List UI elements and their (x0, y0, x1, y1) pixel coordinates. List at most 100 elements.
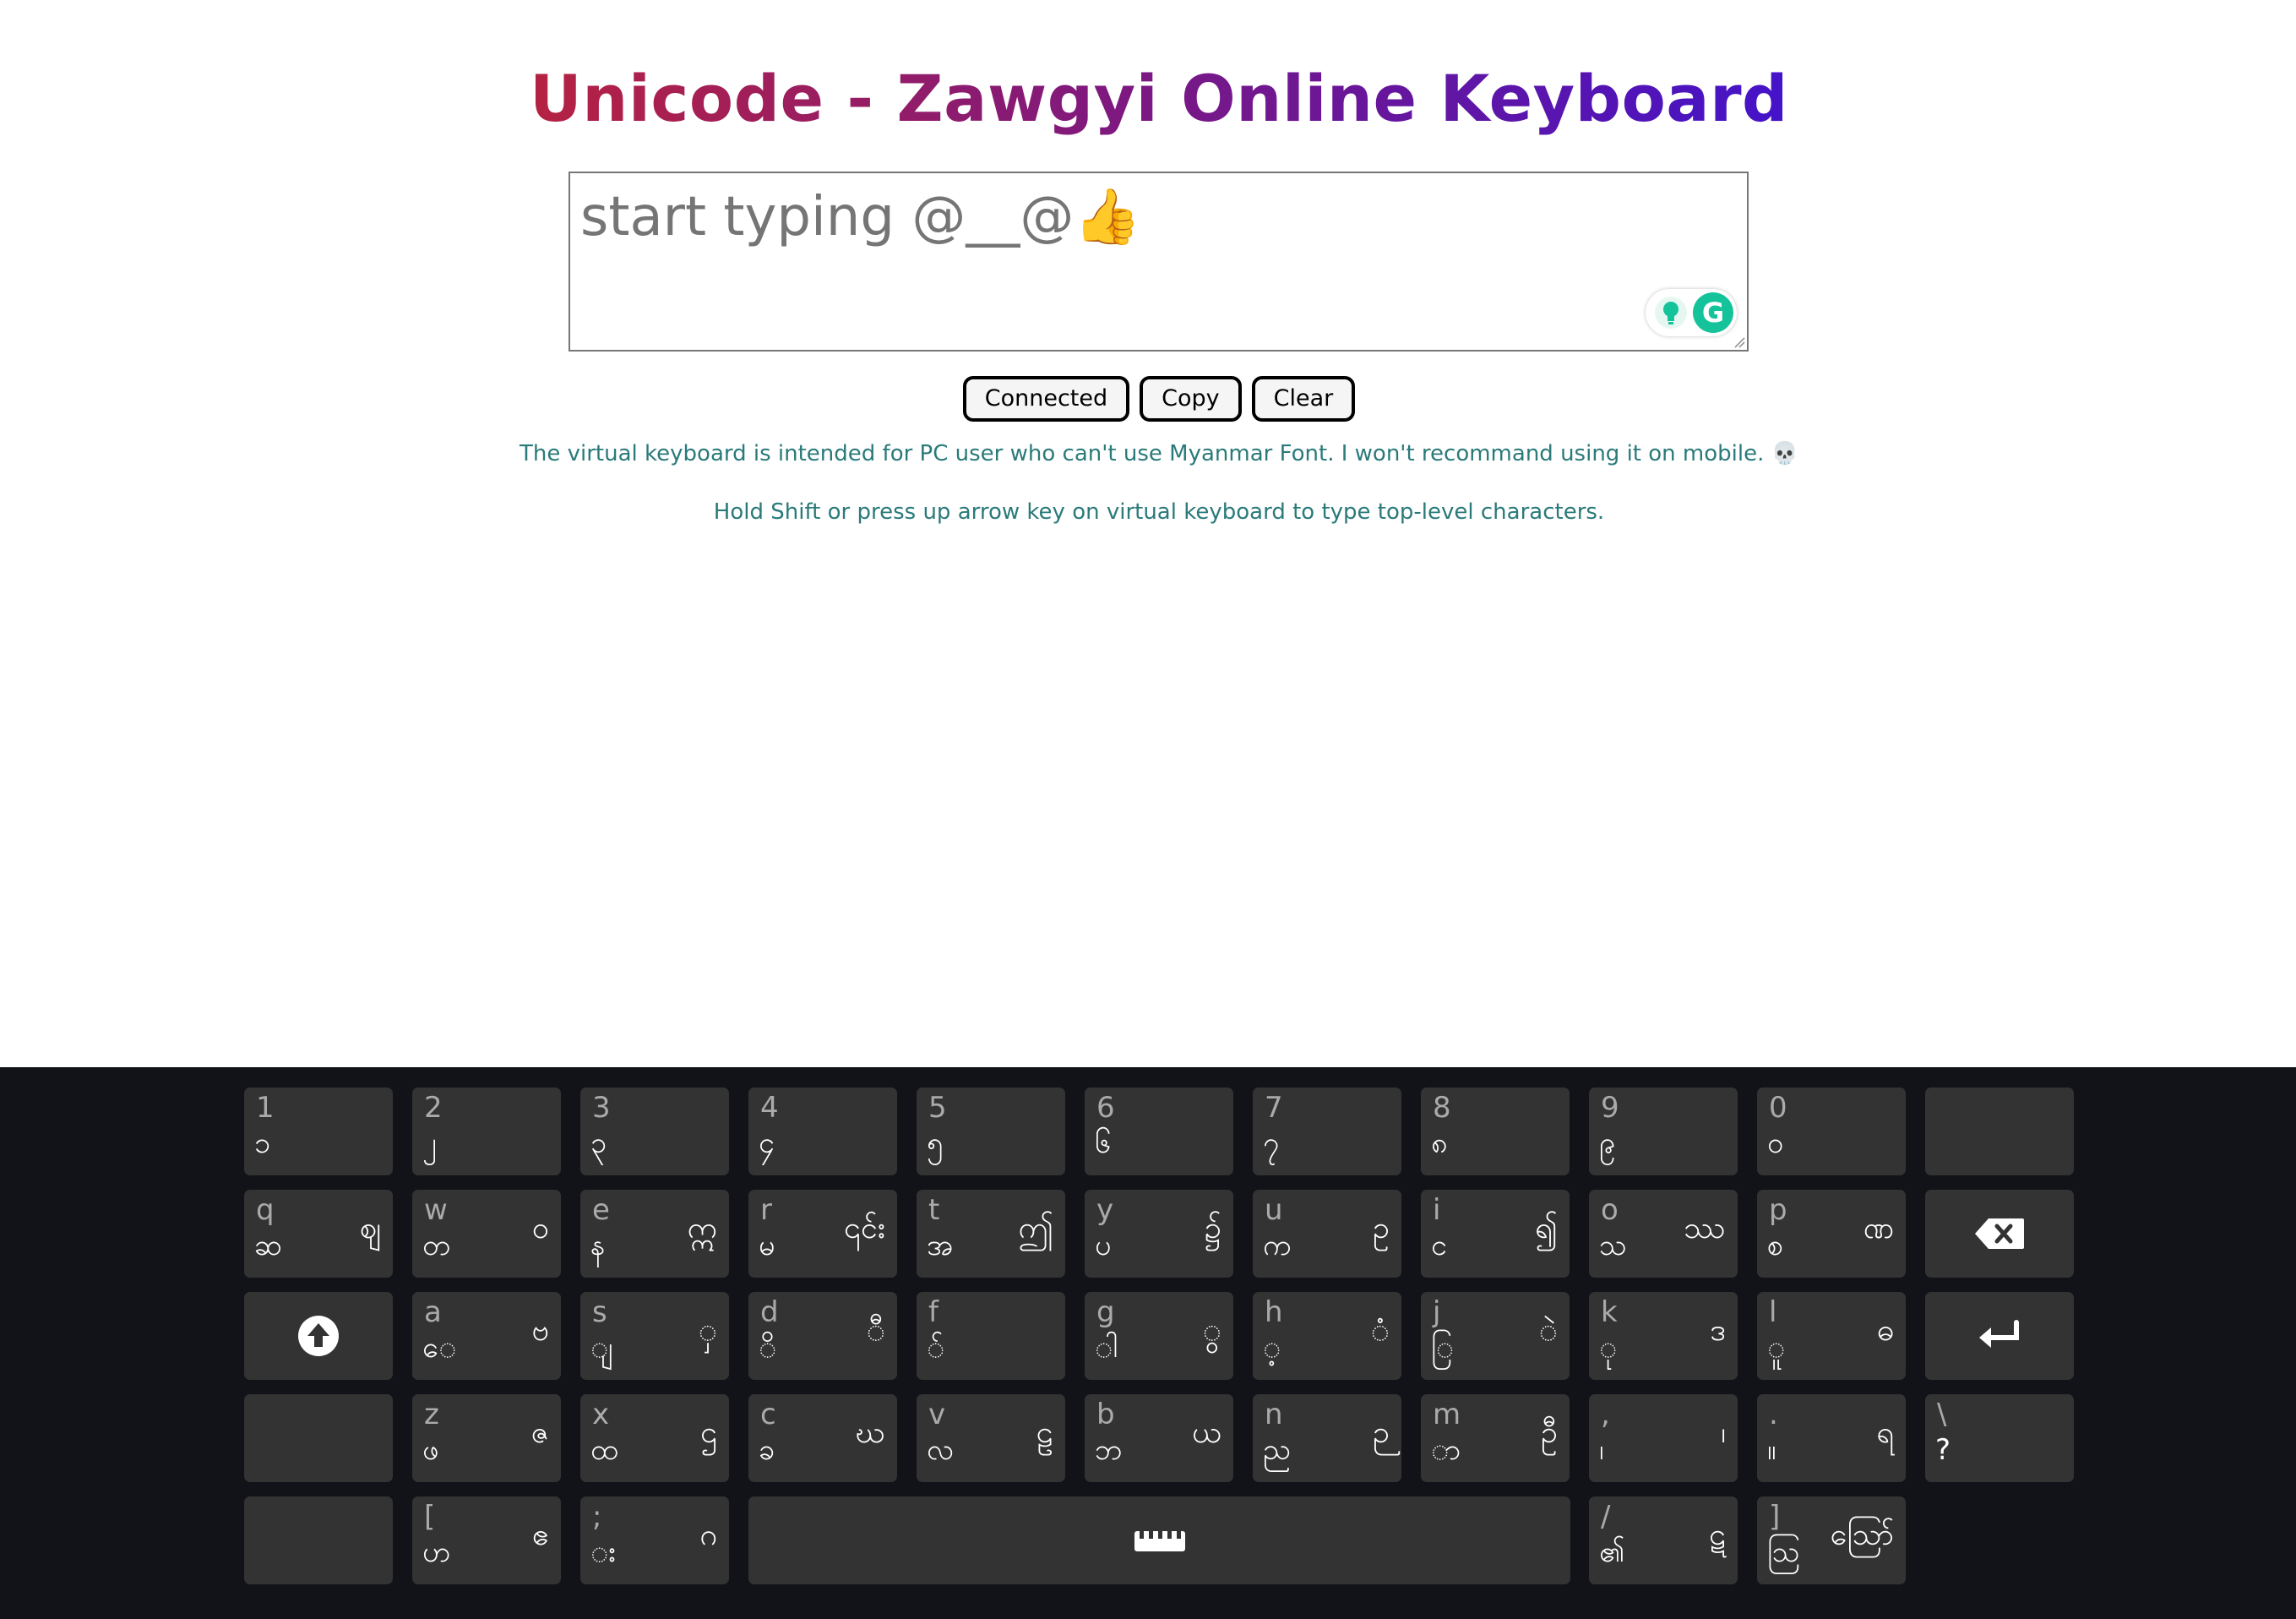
key-u[interactable]: uက ဥ (1253, 1190, 1401, 1278)
key-i[interactable]: i င ၍ (1421, 1190, 1570, 1278)
key-latin: 1 (256, 1091, 275, 1125)
key-char: အ (927, 1229, 954, 1262)
key-shift-char: ဉ (1373, 1415, 1390, 1450)
key-shift-char: ၌ (1205, 1211, 1221, 1246)
key-shift-char: ီ (866, 1313, 885, 1348)
key-k[interactable]: kု ဒ (1589, 1292, 1738, 1380)
key-shift-char: ဇ (530, 1415, 549, 1450)
key-latin: u (1265, 1193, 1283, 1227)
key-z[interactable]: zဖ ဇ (412, 1394, 561, 1482)
key-r[interactable]: r မ ၎င်း (748, 1190, 897, 1278)
key-char: ပ (1095, 1229, 1112, 1262)
key-1[interactable]: 1၁ (244, 1088, 393, 1175)
key-semicolon[interactable]: ;း ဂ (580, 1496, 729, 1584)
key-shift-char: ၎င်း (843, 1211, 885, 1246)
key-s[interactable]: sျှ (580, 1292, 729, 1380)
key-bracket-left[interactable]: [ဟ ဧ (412, 1496, 561, 1584)
grammarly-icon[interactable] (1693, 292, 1733, 333)
key-c[interactable]: cခ ဃ (748, 1394, 897, 1482)
key-shift-char: ဣ (687, 1211, 717, 1246)
shift-key[interactable] (244, 1292, 393, 1380)
key-0[interactable]: 0၀ (1757, 1088, 1906, 1175)
key-b[interactable]: bဘ ယ (1085, 1394, 1233, 1482)
key-backslash[interactable]: \? (1925, 1394, 2074, 1482)
key-latin: f (928, 1295, 939, 1329)
key-latin: a (424, 1295, 442, 1329)
enter-icon (1979, 1320, 2019, 1348)
key-m[interactable]: mာ ဦ (1421, 1394, 1570, 1482)
key-bracket-right[interactable]: ] ဩဪ (1757, 1496, 1906, 1584)
key-char: က (1263, 1229, 1292, 1262)
key-2[interactable]: 2၂ (412, 1088, 561, 1175)
key-latin: 7 (1265, 1091, 1283, 1125)
resize-handle-icon[interactable] (1733, 336, 1745, 348)
key-j[interactable]: jြဲ (1421, 1292, 1570, 1380)
key-char: ၀ (1767, 1126, 1784, 1160)
key-latin: j (1433, 1295, 1441, 1329)
key-e[interactable]: eန ဣ (580, 1190, 729, 1278)
key-shift-char: ဧ (531, 1518, 549, 1552)
key-char: ၏ (1599, 1535, 1625, 1569)
key-period[interactable]: . ။ ရ (1757, 1394, 1906, 1482)
key-shift-char: ဌ (700, 1415, 717, 1450)
key-char: လ (927, 1433, 954, 1467)
key-char: ဆ (254, 1229, 282, 1262)
key-3[interactable]: 3၃ (580, 1088, 729, 1175)
key-8[interactable]: 8၈ (1421, 1088, 1570, 1175)
key-p[interactable]: pစ ဏ (1757, 1190, 1906, 1278)
key-shift-char: ဲ (1538, 1313, 1558, 1348)
enter-key[interactable] (1925, 1292, 2074, 1380)
space-key[interactable] (748, 1496, 1570, 1584)
text-input[interactable]: start typing @__@👍 (569, 172, 1749, 352)
key-char: ၁ (254, 1126, 271, 1160)
key-shift-char: ဿ (1684, 1211, 1726, 1246)
key-char: ျ (590, 1331, 613, 1365)
key-t[interactable]: tအ ဤ (917, 1190, 1065, 1278)
key-a[interactable]: aေ ဗ (412, 1292, 561, 1380)
key-o[interactable]: oသ ဿ (1589, 1190, 1738, 1278)
key-d[interactable]: dိီ (748, 1292, 897, 1380)
clear-button[interactable]: Clear (1251, 376, 1356, 422)
key-x[interactable]: xထ ဌ (580, 1394, 729, 1482)
key-f[interactable]: f် (917, 1292, 1065, 1380)
key-char: ိ (759, 1331, 777, 1365)
backspace-key[interactable] (1925, 1190, 2074, 1278)
key-latin: h (1265, 1295, 1283, 1329)
lightbulb-icon[interactable] (1654, 296, 1688, 330)
key-latin: s (592, 1295, 607, 1329)
key-char: ၄ (759, 1126, 775, 1160)
key-slash[interactable]: / ၏ ဋ (1589, 1496, 1738, 1584)
key-n[interactable]: nည ဉ (1253, 1394, 1401, 1482)
key-6[interactable]: 6၆ (1085, 1088, 1233, 1175)
grammarly-widget[interactable] (1646, 289, 1737, 336)
key-5[interactable]: 5၅ (917, 1088, 1065, 1175)
action-buttons: Connected Copy Clear (0, 376, 2296, 422)
key-q[interactable]: qဆ ဈ (244, 1190, 393, 1278)
key-v[interactable]: vလ ဠ (917, 1394, 1065, 1482)
key-shift-char: ယ (1192, 1415, 1221, 1450)
key-blank-left[interactable] (244, 1394, 393, 1482)
key-char: န (590, 1229, 606, 1262)
key-l[interactable]: lူ ဓ (1757, 1292, 1906, 1380)
key-comma[interactable]: , ၊၊ (1589, 1394, 1738, 1482)
key-blank[interactable] (1925, 1088, 2074, 1175)
virtual-keyboard: 1၁ 2၂ 3၃ 4၄ 5၅ 6၆ 7၇ 8၈ 9၉ 0၀ qဆဈ wတဝ eန… (0, 1067, 2296, 1619)
key-9[interactable]: 9၉ (1589, 1088, 1738, 1175)
key-shift-char: ဝ (531, 1211, 549, 1246)
key-latin: m (1433, 1398, 1461, 1431)
key-latin: 2 (424, 1091, 443, 1125)
key-7[interactable]: 7၇ (1253, 1088, 1401, 1175)
key-latin: g (1096, 1295, 1115, 1329)
key-g[interactable]: gါွ (1085, 1292, 1233, 1380)
key-w[interactable]: wတ ဝ (412, 1190, 561, 1278)
key-y[interactable]: y ပ ၌ (1085, 1190, 1233, 1278)
key-char: ဩ (1767, 1535, 1800, 1569)
key-latin: ] (1769, 1500, 1781, 1534)
key-h[interactable]: h့ံ (1253, 1292, 1401, 1380)
copy-button[interactable]: Copy (1140, 376, 1242, 422)
connected-button[interactable]: Connected (962, 376, 1130, 422)
key-latin: \ (1937, 1398, 1947, 1431)
key-4[interactable]: 4၄ (748, 1088, 897, 1175)
key-latin: 6 (1096, 1091, 1115, 1125)
key-blank-bottom[interactable] (244, 1496, 393, 1584)
